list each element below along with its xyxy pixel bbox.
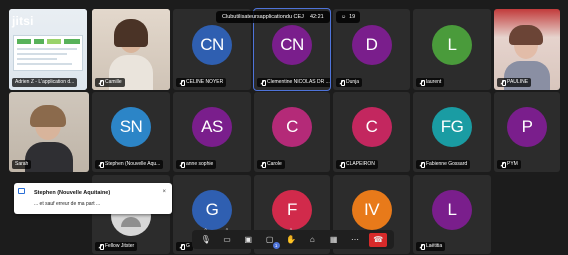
notification-sender: Stephen (Nouvelle Aquitaine): [34, 190, 111, 196]
participant-name-label: anne sophie: [176, 160, 217, 169]
avatar: G: [192, 189, 232, 230]
hand-icon: ✋: [285, 235, 296, 244]
tile-view-icon: ▦: [329, 235, 338, 244]
participant-name-label: PYM: [497, 160, 521, 169]
avatar: L: [432, 24, 472, 65]
screen-share-icon: ▣: [244, 235, 253, 244]
chevron-up-icon[interactable]: ^: [204, 228, 206, 234]
tile-carole[interactable]: C Carole: [254, 92, 330, 172]
muted-mic-icon: [179, 161, 185, 168]
participant-name-label: Carole: [257, 160, 285, 169]
chat-button[interactable]: ▢ 1: [263, 233, 280, 249]
avatar: CN: [192, 24, 232, 65]
hangup-button[interactable]: ☎: [369, 232, 388, 247]
participant-name-label: Laëtitia: [416, 242, 446, 251]
chat-notification[interactable]: Stephen (Nouvelle Aquitaine) ... et sauf…: [14, 183, 172, 214]
muted-mic-icon: [419, 243, 425, 250]
tile-pym[interactable]: P PYM: [494, 92, 560, 172]
tile-stephen[interactable]: SN Stephen (Nouvelle Aqu...: [92, 92, 170, 172]
tile-laetitia[interactable]: L Laëtitia: [413, 175, 491, 254]
chat-unread-badge: 1: [272, 241, 280, 249]
participant-count-button[interactable]: ☺ 19: [336, 11, 361, 23]
participant-name-label: Dunja: [336, 78, 363, 87]
muted-mic-icon: [419, 79, 425, 86]
microphone-button[interactable]: ^ 🎙: [199, 228, 213, 247]
screen-share-button[interactable]: ▣: [241, 233, 255, 247]
more-options-button[interactable]: ⋯: [348, 233, 362, 247]
microphone-icon: 🎙: [200, 235, 211, 244]
avatar: CN: [272, 24, 312, 65]
avatar: C: [351, 107, 392, 148]
tile-anne-sophie[interactable]: AS anne sophie: [173, 92, 251, 172]
muted-mic-icon: [179, 243, 185, 250]
muted-mic-icon: [98, 79, 104, 86]
hangup-icon: ☎: [373, 235, 384, 244]
avatar: FG: [432, 107, 472, 148]
muted-mic-icon: [260, 79, 266, 86]
muted-mic-icon: [98, 161, 104, 168]
participant-name-label: Stephen (Nouvelle Aqu...: [95, 160, 164, 169]
muted-mic-icon: [419, 161, 425, 168]
raise-hand-button[interactable]: ^ ✋: [284, 228, 298, 247]
tile-view-button[interactable]: ▦: [327, 233, 341, 247]
meeting-toolbar: ^ 🎙 ^ ▭ ▣ ▢ 1 ^ ✋ ⌂ ▦ ⋯ ☎: [192, 228, 394, 249]
avatar: IV: [351, 189, 392, 230]
participants-button[interactable]: ⌂: [305, 233, 319, 247]
meeting-title-bar: Clubutilisateursapplicationdu CEJ 42:21: [216, 11, 330, 23]
muted-mic-icon: [98, 243, 104, 250]
camera-button[interactable]: ^ ▭: [220, 228, 234, 247]
participant-name-label: laurent: [416, 78, 445, 87]
participant-name-label: Adrien Z - L'application d...: [12, 78, 78, 87]
tile-laurent[interactable]: L laurent: [413, 9, 491, 90]
muted-mic-icon: [179, 79, 185, 86]
avatar: D: [351, 24, 392, 65]
participant-name-label: Fabienne Gossard: [416, 160, 471, 169]
chevron-up-icon[interactable]: ^: [226, 228, 228, 234]
chat-icon: ▢: [265, 235, 274, 244]
camera-icon: ▭: [223, 235, 231, 244]
participants-icon: ⌂: [309, 235, 315, 244]
muted-mic-icon: [500, 161, 506, 168]
avatar: F: [272, 189, 312, 230]
participant-name-label: CELINE NOYER: [176, 78, 227, 87]
jitsi-meeting-window: Adrien Z - L'application d... jitsi Cami…: [0, 0, 568, 255]
participant-name-label: Fellow Jitster: [95, 242, 138, 251]
chevron-up-icon[interactable]: ^: [290, 228, 292, 234]
tile-clapeiron[interactable]: C CLAPEIRON: [333, 92, 410, 172]
meeting-timer: 42:21: [309, 14, 324, 20]
avatar: P: [507, 107, 547, 148]
tile-pauline-video[interactable]: PAULINE: [494, 9, 560, 90]
participant-name-label: PAULINE: [497, 78, 532, 87]
avatar: C: [272, 107, 312, 148]
participants-icon: ☺: [341, 14, 347, 20]
more-icon: ⋯: [350, 235, 359, 244]
muted-mic-icon: [500, 79, 506, 86]
tile-sarah-video[interactable]: Sarah: [9, 92, 89, 172]
muted-mic-icon: [339, 79, 345, 86]
chat-icon: [18, 188, 25, 194]
close-icon[interactable]: ×: [162, 189, 166, 195]
avatar: SN: [111, 107, 151, 148]
tile-camille-video[interactable]: Camille: [92, 9, 170, 90]
muted-mic-icon: [339, 161, 345, 168]
meeting-title: Clubutilisateursapplicationdu CEJ: [222, 14, 304, 20]
tile-fabienne[interactable]: FG Fabienne Gossard: [413, 92, 491, 172]
participant-name-label: Camille: [95, 78, 125, 87]
muted-mic-icon: [260, 161, 266, 168]
avatar: L: [432, 189, 472, 230]
notification-message: ... et sauf erreur de ma part ...: [34, 201, 101, 207]
jitsi-logo: jitsi: [12, 14, 34, 28]
participant-name-label: Sarah: [12, 160, 32, 169]
participant-name-label: G: [176, 242, 193, 251]
avatar: AS: [192, 107, 232, 148]
participant-name-label: Clementine NICOLAS DR ...: [257, 78, 330, 87]
participant-name-label: CLAPEIRON: [336, 160, 378, 169]
